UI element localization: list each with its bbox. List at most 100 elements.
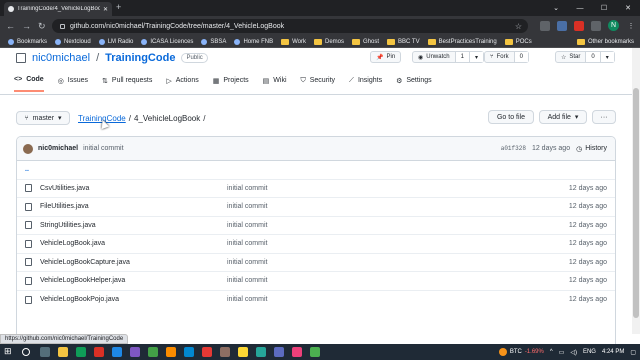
star-button[interactable]: ☆ Star 0 ▾ (555, 51, 615, 63)
tab-insights[interactable]: ⟋ Insights (349, 76, 382, 92)
minimize-button[interactable]: — (568, 0, 592, 16)
bookmark-star-icon[interactable]: ☆ (515, 22, 522, 31)
more-options-button[interactable]: ··· (592, 110, 616, 124)
page-scrollbar[interactable] (632, 48, 640, 334)
bookmark-item[interactable]: ICASA Licences (141, 38, 193, 45)
tab-projects[interactable]: ▦ Projects (213, 76, 249, 92)
notifications-icon[interactable]: ▢ (630, 349, 636, 356)
tab-actions[interactable]: ▷ Actions (166, 76, 198, 92)
extension-icon[interactable] (540, 20, 550, 31)
avatar[interactable] (23, 143, 33, 154)
file-name[interactable]: VehicleLogBookCapture.java (40, 259, 240, 266)
volume-icon[interactable]: ◁) (570, 349, 577, 356)
star-dropdown-icon[interactable]: ▾ (599, 52, 614, 62)
app-icon[interactable] (94, 347, 104, 357)
clock[interactable]: 4:24 PM (602, 349, 624, 355)
browser-tab[interactable]: TrainingCode/4_VehicleLogBoo... ✕ (4, 2, 112, 16)
scrollbar-thumb[interactable] (633, 88, 639, 318)
bookmark-folder[interactable]: POCs (504, 38, 532, 45)
file-row[interactable]: VehicleLogBook.java initial commit 12 days… (17, 235, 615, 254)
search-icon[interactable] (22, 348, 30, 356)
tab-security[interactable]: ⛉ Security (301, 76, 336, 92)
pin-button[interactable]: 📌 Pin (370, 51, 402, 63)
forward-icon[interactable]: → (22, 20, 31, 32)
bookmark-folder[interactable]: Work (281, 38, 306, 45)
bookmark-folder[interactable]: Ghost (352, 38, 379, 45)
file-name[interactable]: CsvUtilities.java (40, 185, 240, 192)
maximize-button[interactable]: ☐ (592, 0, 616, 16)
watch-button[interactable]: ◉ Unwatch 1 ▾ (412, 51, 484, 63)
extension-icon[interactable] (557, 20, 567, 31)
file-name[interactable]: VehicleLogBook.java (40, 240, 240, 247)
tab-settings[interactable]: ⚙ Settings (396, 76, 432, 92)
branch-selector[interactable]: ⑂ master ▾ (16, 111, 70, 125)
file-commit-message[interactable]: initial commit (227, 240, 267, 247)
bookmark-item[interactable]: LM Radio (98, 38, 133, 45)
file-row[interactable]: VehicleLogBookCapture.java initial commit… (17, 254, 615, 272)
windows-start-icon[interactable]: ⊞ (4, 346, 14, 356)
repo-name-link[interactable]: TrainingCode (105, 52, 175, 64)
app-icon[interactable] (274, 347, 284, 357)
puzzle-icon[interactable] (591, 20, 601, 31)
history-link[interactable]: ◷ History (576, 145, 607, 153)
other-bookmarks[interactable]: Other bookmarks (576, 36, 634, 48)
commit-message[interactable]: initial commit (83, 145, 123, 152)
task-view-icon[interactable] (40, 347, 50, 357)
file-name[interactable]: StringUtilities.java (40, 222, 240, 229)
commit-sha[interactable]: a01f328 (501, 145, 526, 152)
chrome-icon[interactable] (310, 347, 320, 357)
file-explorer-icon[interactable] (58, 347, 68, 357)
app-icon[interactable] (112, 347, 122, 357)
fork-button[interactable]: ⑂ Fork 0 (484, 51, 529, 63)
bookmark-item[interactable]: SBSA (201, 38, 226, 45)
file-row[interactable]: FileUtilities.java initial commit 12 days … (17, 198, 615, 217)
app-icon[interactable] (130, 347, 140, 357)
file-commit-message[interactable]: initial commit (227, 296, 267, 303)
reload-icon[interactable]: ↻ (38, 20, 46, 32)
file-commit-message[interactable]: initial commit (227, 277, 267, 284)
file-row[interactable]: VehicleLogBookHelper.java initial commit 1… (17, 272, 615, 291)
file-name[interactable]: VehicleLogBookHelper.java (40, 277, 240, 284)
bookmark-item[interactable]: Home FNB (234, 38, 273, 45)
network-icon[interactable]: ▭ (559, 349, 565, 356)
app-icon[interactable] (184, 347, 194, 357)
bookmark-item[interactable]: Nextcloud (55, 38, 91, 45)
tab-wiki[interactable]: ▤ Wiki (263, 76, 287, 92)
app-icon[interactable] (256, 347, 266, 357)
file-row[interactable]: StringUtilities.java initial commit 12 day… (17, 217, 615, 235)
app-icon[interactable] (292, 347, 302, 357)
file-commit-message[interactable]: initial commit (227, 222, 267, 229)
bookmark-folder[interactable]: BestPracticesTraining (427, 38, 497, 45)
menu-icon[interactable]: ⋮ (626, 21, 636, 31)
file-commit-message[interactable]: initial commit (227, 259, 267, 266)
close-window-button[interactable]: ✕ (616, 0, 640, 16)
app-icon[interactable] (238, 347, 248, 357)
app-icon[interactable] (202, 347, 212, 357)
new-tab-button[interactable]: + (116, 2, 121, 12)
file-commit-message[interactable]: initial commit (227, 185, 267, 192)
address-bar[interactable]: github.com/nic0michael/TrainingCode/tree… (52, 19, 528, 33)
tab-pull-requests[interactable]: ⇅ Pull requests (102, 76, 152, 92)
profile-avatar[interactable]: N (608, 20, 619, 31)
file-row[interactable]: CsvUtilities.java initial commit 12 days a… (17, 180, 615, 198)
watch-dropdown-icon[interactable]: ▾ (468, 52, 483, 62)
commit-author[interactable]: nic0michael (38, 145, 78, 152)
app-icon[interactable] (76, 347, 86, 357)
language-indicator[interactable]: ENG (583, 349, 596, 355)
bookmark-folder[interactable]: BBC TV (387, 38, 420, 45)
extension-icon[interactable] (574, 20, 584, 31)
file-commit-message[interactable]: initial commit (227, 203, 267, 210)
repo-owner-link[interactable]: nic0michael (32, 52, 90, 64)
chevron-up-icon[interactable]: ^ (550, 349, 553, 355)
go-to-file-button[interactable]: Go to file (488, 110, 534, 124)
file-name[interactable]: FileUtilities.java (40, 203, 240, 210)
file-row[interactable]: VehicleLogBookPojo.java initial commit 12 … (17, 291, 615, 310)
back-icon[interactable]: ← (6, 20, 15, 32)
bookmark-item[interactable]: Bookmarks (8, 38, 47, 45)
app-icon[interactable] (148, 347, 158, 357)
parent-directory-link[interactable]: .. (25, 166, 225, 173)
tab-code[interactable]: <> Code (14, 76, 44, 92)
btc-widget[interactable]: BTC -1.69% (498, 348, 544, 356)
tab-search-icon[interactable]: ⌄ (544, 0, 568, 16)
app-icon[interactable] (166, 347, 176, 357)
